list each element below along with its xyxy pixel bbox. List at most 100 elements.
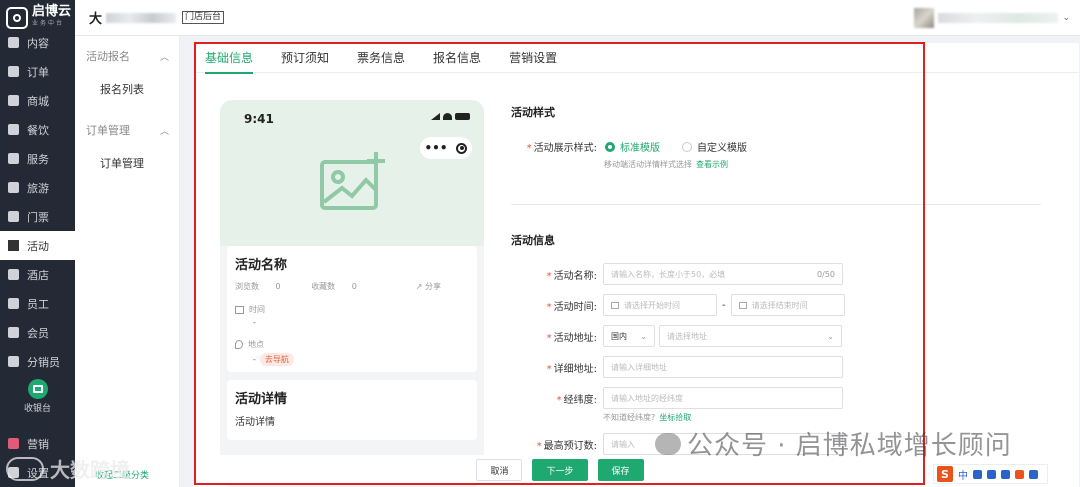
sidebar-item-label: 会员 <box>27 326 49 340</box>
cashier-label: 收银台 <box>23 403 51 414</box>
name-label: * 活动名称: <box>546 270 597 282</box>
watermark: 公众号 · 启博私域增长顾问 <box>655 425 1012 462</box>
travel-icon <box>8 182 19 193</box>
sidebar-item-content[interactable]: 内容 <box>0 28 75 57</box>
cancel-button[interactable]: 取消 <box>476 459 523 481</box>
submenu-group-activity-signup[interactable]: 活动报名 ︿ <box>75 36 179 76</box>
submenu-item-order-manage[interactable]: 订单管理 <box>75 150 179 176</box>
sidebar-item-label: 商城 <box>27 94 49 108</box>
cashier-button[interactable]: 收银台 <box>0 376 75 416</box>
detail-address-input[interactable]: 请输入详细地址 <box>603 356 843 378</box>
radio-custom-template[interactable]: 自定义模版 <box>682 139 747 154</box>
brand-subtitle: 业务中台 <box>32 20 65 27</box>
sidebar-item-label: 员工 <box>27 297 49 311</box>
ime-language: 中 <box>958 470 968 482</box>
sidebar-item-order[interactable]: 订单 <box>0 57 75 86</box>
staff-icon <box>8 298 19 309</box>
image-placeholder-icon <box>320 152 385 210</box>
brand-name: 启博云 <box>32 4 72 19</box>
dining-icon <box>8 124 19 135</box>
sidebar-item-label: 订单 <box>27 65 49 79</box>
radio-checked-icon <box>605 141 615 152</box>
watermark-brand: 大数跨境 <box>6 454 130 483</box>
latlng-input[interactable]: 请输入地址的经纬度 <box>603 387 843 409</box>
tab-booking-notes[interactable]: 预订须知 <box>281 43 329 73</box>
sidebar-item-activity[interactable]: 活动 <box>0 231 75 260</box>
avatar <box>914 8 935 28</box>
sidebar-item-label: 酒店 <box>27 268 49 282</box>
pick-coordinates-link[interactable]: 坐标拾取 <box>659 413 691 422</box>
calendar-icon <box>235 305 244 314</box>
region-select[interactable]: 国内 ⌄ <box>603 325 655 347</box>
share-link[interactable]: ↗ 分享 <box>416 281 455 292</box>
sidebar-item-label: 分销员 <box>27 355 60 369</box>
sidebar-item-hotel[interactable]: 酒店 <box>0 260 75 289</box>
sidebar-item-staff[interactable]: 员工 <box>0 289 75 318</box>
toolbox-icon <box>1029 469 1038 479</box>
shop-icon <box>8 95 19 106</box>
submenu-group-order-manage[interactable]: 订单管理 ︿ <box>75 110 179 150</box>
save-button[interactable]: 保存 <box>597 459 644 481</box>
preview-time-row: 时间 <box>235 304 469 315</box>
name-row: * 活动名称: 请输入名称，长度小于50，必填 0/50 <box>511 263 843 285</box>
sidebar-item-travel[interactable]: 旅游 <box>0 173 75 202</box>
preview-detail-title: 活动详情 <box>235 392 288 407</box>
style-section-title: 活动样式 <box>511 106 555 119</box>
sidebar-item-distributor[interactable]: 分销员 <box>0 347 75 376</box>
phone-status-icons <box>431 113 470 120</box>
name-input[interactable]: 请输入名称，长度小于50，必填 0/50 <box>603 263 843 285</box>
sidebar-item-label: 旅游 <box>27 181 49 195</box>
brand-mark-icon <box>6 456 44 481</box>
more-dots-icon[interactable]: ••• <box>424 141 447 155</box>
close-target-icon[interactable] <box>456 142 468 154</box>
sidebar-item-service[interactable]: 服务 <box>0 144 75 173</box>
skin-icon <box>1015 469 1024 479</box>
submenu-group-title: 活动报名 <box>86 50 130 63</box>
tab-signup-info[interactable]: 报名信息 <box>433 43 481 73</box>
radio-standard-template[interactable]: 标准模版 <box>605 139 660 154</box>
submenu-item-signup-list[interactable]: 报名列表 <box>75 76 179 102</box>
latlng-row: * 经纬度: 请输入地址的经纬度 <box>511 387 843 409</box>
next-step-button[interactable]: 下一步 <box>532 459 588 481</box>
end-time-picker[interactable]: 请选择结束时间 <box>730 294 845 316</box>
name-char-count: 0/50 <box>817 269 835 279</box>
logo-icon <box>6 7 28 29</box>
address-select[interactable]: 请选择地址 ⌄ <box>659 325 842 347</box>
submenu-item-label: 订单管理 <box>100 157 144 170</box>
submenu-item-label: 报名列表 <box>100 83 144 96</box>
tab-ticket-info[interactable]: 票务信息 <box>357 43 405 73</box>
chevron-down-icon: ⌄ <box>640 331 647 341</box>
sidebar-item-ticket[interactable]: 门票 <box>0 202 75 231</box>
favs-label: 收藏数 0 <box>311 282 357 291</box>
sidebar-item-dining[interactable]: 餐饮 <box>0 115 75 144</box>
user-name-redacted <box>938 13 1059 23</box>
user-menu[interactable]: ⌄ <box>914 8 1070 28</box>
tab-bar: 基础信息 预订须知 票务信息 报名信息 营销设置 <box>195 43 1079 74</box>
preview-detail-card: 活动详情 活动详情 <box>227 380 477 440</box>
phone-clock: 9:41 <box>244 112 274 126</box>
sidebar-item-label: 门票 <box>27 210 49 224</box>
microphone-icon <box>987 469 996 479</box>
view-example-link[interactable]: 查看示例 <box>696 160 728 169</box>
distributor-icon <box>8 356 19 367</box>
tab-basic-info[interactable]: 基础信息 <box>205 43 254 74</box>
ime-toolbar[interactable]: S 中 <box>933 464 1048 484</box>
sidebar-item-label: 餐饮 <box>27 123 49 137</box>
time-label: * 活动时间: <box>546 301 597 313</box>
start-time-picker[interactable]: 请选择开始时间 <box>603 294 717 316</box>
tab-marketing[interactable]: 营销设置 <box>509 43 557 73</box>
sidebar-item-label: 营销 <box>27 437 49 451</box>
wifi-icon <box>443 113 452 120</box>
preview-stats: 浏览数 0 收藏数 0 ↗ 分享 <box>235 281 469 292</box>
preview-place-row: 地点 <box>235 339 469 350</box>
top-header: 大 门店后台 ⌄ <box>75 0 1080 36</box>
store-tag: 门店后台 <box>182 11 225 24</box>
store-name: 大 <box>89 12 103 27</box>
section-divider <box>511 204 1041 205</box>
calendar-icon <box>738 301 747 309</box>
time-row: * 活动时间: 请选择开始时间 - 请选择结束时间 <box>511 294 845 316</box>
navigate-button[interactable]: 去导航 <box>259 353 294 366</box>
sidebar-item-mall[interactable]: 商城 <box>0 86 75 115</box>
sidebar-item-member[interactable]: 会员 <box>0 318 75 347</box>
chevron-down-icon: ⌄ <box>1062 13 1070 23</box>
